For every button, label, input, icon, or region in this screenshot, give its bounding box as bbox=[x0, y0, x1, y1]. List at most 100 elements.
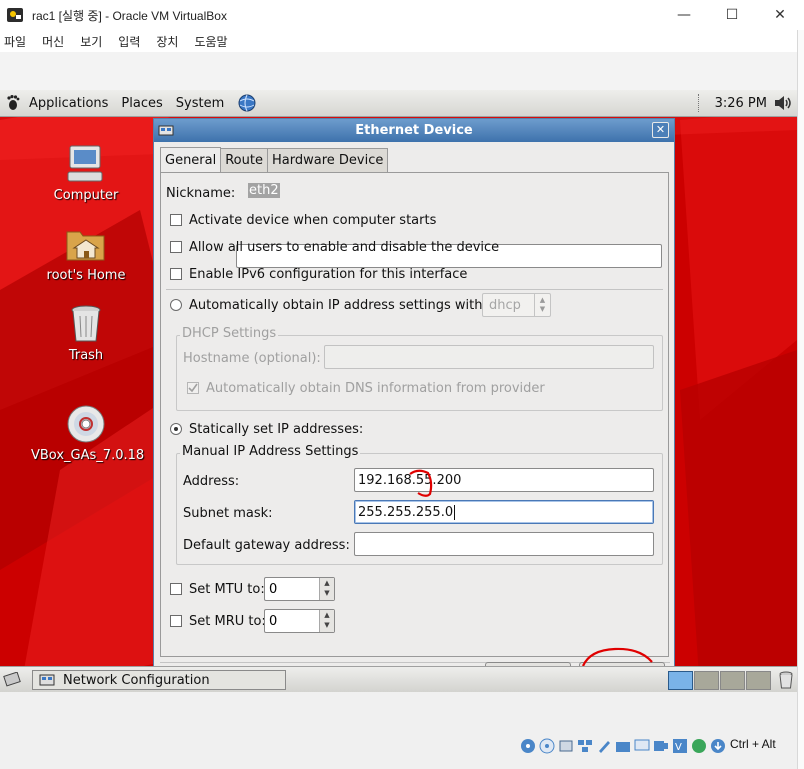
menu-input[interactable]: 입력 bbox=[118, 33, 140, 50]
ethernet-device-dialog[interactable]: Ethernet Device ✕ General Route Hardware… bbox=[153, 118, 675, 670]
menu-system[interactable]: System bbox=[176, 96, 224, 111]
maximize-button[interactable]: ☐ bbox=[708, 0, 756, 30]
minimize-button[interactable]: — bbox=[660, 0, 708, 30]
tab-route[interactable]: Route bbox=[220, 148, 268, 172]
desktop-icon-label: Trash bbox=[68, 348, 104, 363]
auto-dns-label: Automatically obtain DNS information fro… bbox=[206, 380, 545, 396]
desktop-icon-computer[interactable]: Computer bbox=[31, 144, 141, 203]
subnet-input[interactable]: 255.255.255.0 bbox=[354, 500, 654, 524]
combo-arrows-icon: ▲ ▼ bbox=[534, 294, 550, 316]
volume-icon[interactable] bbox=[773, 94, 793, 112]
activate-on-start-label: Activate device when computer starts bbox=[189, 212, 437, 228]
nickname-value: eth2 bbox=[248, 182, 280, 198]
mru-spinner[interactable]: 0 ▲ ▼ bbox=[264, 609, 335, 633]
workspace-3[interactable] bbox=[720, 671, 745, 690]
panel-clock[interactable]: 3:26 PM bbox=[715, 96, 767, 111]
allow-all-users-label: Allow all users to enable and disable th… bbox=[189, 239, 500, 255]
desktop-icon-vbox-gas[interactable]: VBox_GAs_7.0.18 bbox=[31, 404, 144, 463]
address-label: Address: bbox=[183, 473, 240, 489]
menu-machine[interactable]: 머신 bbox=[42, 33, 64, 50]
guest-screen[interactable]: Applications Places System 3:26 PM Compu… bbox=[0, 90, 797, 692]
shared-folders-icon[interactable] bbox=[615, 738, 631, 754]
video-capture-icon[interactable] bbox=[653, 738, 669, 754]
workspace-2[interactable] bbox=[694, 671, 719, 690]
dhcp-method-combo[interactable]: dhcp ▲ ▼ bbox=[482, 293, 551, 317]
static-radio[interactable] bbox=[170, 423, 182, 435]
tab-hardware-device[interactable]: Hardware Device bbox=[266, 148, 389, 172]
activate-on-start-row[interactable]: Activate device when computer starts bbox=[170, 211, 436, 229]
trash-applet-icon[interactable] bbox=[778, 671, 794, 689]
separator bbox=[166, 289, 663, 290]
hard-disk-icon[interactable] bbox=[520, 738, 536, 754]
show-desktop-icon[interactable] bbox=[3, 672, 21, 688]
usb-icon[interactable] bbox=[596, 738, 612, 754]
spinner-arrows-icon[interactable]: ▲ ▼ bbox=[319, 578, 334, 600]
gnome-foot-icon bbox=[7, 95, 20, 110]
mru-checkbox[interactable] bbox=[170, 615, 182, 627]
gateway-label: Default gateway address: bbox=[183, 537, 350, 553]
keyboard-capture-icon[interactable] bbox=[710, 738, 726, 754]
mru-row[interactable]: Set MRU to: bbox=[170, 609, 266, 633]
menu-applications[interactable]: Applications bbox=[29, 96, 108, 111]
hostname-input[interactable] bbox=[324, 345, 654, 369]
address-value: 192.168.55.200 bbox=[358, 472, 462, 488]
nickname-value-row: eth2 bbox=[248, 181, 280, 199]
desktop-icon-trash[interactable]: Trash bbox=[31, 304, 141, 363]
nickname-label: Nickname: bbox=[166, 185, 236, 201]
cd-icon bbox=[67, 405, 105, 443]
enable-ipv6-checkbox[interactable] bbox=[170, 268, 182, 280]
address-input[interactable]: 192.168.55.200 bbox=[354, 468, 654, 492]
panel-separator bbox=[698, 94, 700, 112]
mtu-spinner[interactable]: 0 ▲ ▼ bbox=[264, 577, 335, 601]
hostname-row: Hostname (optional): bbox=[183, 347, 321, 369]
mtu-checkbox[interactable] bbox=[170, 583, 182, 595]
audio-icon[interactable] bbox=[558, 738, 574, 754]
tab-general[interactable]: General bbox=[160, 147, 222, 173]
dialog-close-button[interactable]: ✕ bbox=[652, 122, 669, 138]
auto-obtain-label: Automatically obtain IP address settings… bbox=[189, 297, 487, 313]
mtu-row[interactable]: Set MTU to: bbox=[170, 577, 265, 601]
network-globe-icon[interactable] bbox=[237, 93, 257, 113]
auto-dns-checkbox[interactable] bbox=[187, 382, 199, 394]
mtu-value: 0 bbox=[269, 581, 278, 597]
hostname-label: Hostname (optional): bbox=[183, 350, 321, 366]
host-titlebar: rac1 [실행 중] - Oracle VM VirtualBox — ☐ ✕ bbox=[0, 0, 804, 30]
vt-x-icon[interactable]: V bbox=[672, 738, 688, 754]
optical-drive-icon[interactable] bbox=[539, 738, 555, 754]
menu-places[interactable]: Places bbox=[121, 96, 162, 111]
auto-obtain-radio[interactable] bbox=[170, 299, 182, 311]
desktop-icon-home[interactable]: root's Home bbox=[31, 224, 141, 283]
workspace-4[interactable] bbox=[746, 671, 771, 690]
menu-help[interactable]: 도움말 bbox=[194, 33, 227, 50]
display-icon[interactable] bbox=[634, 738, 650, 754]
subnet-value: 255.255.255.0 bbox=[358, 504, 454, 520]
static-row[interactable]: Statically set IP addresses: bbox=[170, 418, 363, 440]
close-button[interactable]: ✕ bbox=[756, 0, 804, 30]
desktop-icon-label: Computer bbox=[53, 188, 119, 203]
spinner-arrows-icon[interactable]: ▲ ▼ bbox=[319, 610, 334, 632]
enable-ipv6-row[interactable]: Enable IPv6 configuration for this inter… bbox=[170, 265, 467, 283]
task-label: Network Configuration bbox=[63, 672, 210, 688]
taskbar-network-configuration[interactable]: Network Configuration bbox=[32, 670, 286, 690]
auto-obtain-row[interactable]: Automatically obtain IP address settings… bbox=[170, 294, 487, 316]
allow-all-users-checkbox[interactable] bbox=[170, 241, 182, 253]
mouse-integration-icon[interactable] bbox=[691, 738, 707, 754]
subnet-row: Subnet mask: bbox=[183, 502, 273, 524]
network-device-icon bbox=[158, 125, 174, 136]
network-adapter-icon[interactable] bbox=[577, 738, 593, 754]
dialog-titlebar[interactable]: Ethernet Device ✕ bbox=[154, 119, 674, 142]
text-cursor bbox=[454, 504, 456, 520]
auto-dns-row[interactable]: Automatically obtain DNS information fro… bbox=[187, 379, 545, 397]
menu-view[interactable]: 보기 bbox=[80, 33, 102, 50]
host-window-border bbox=[797, 30, 804, 769]
workspace-1[interactable] bbox=[668, 671, 693, 690]
mtu-label: Set MTU to: bbox=[189, 581, 265, 597]
host-window-title: rac1 [실행 중] - Oracle VM VirtualBox bbox=[32, 8, 227, 23]
gateway-input[interactable] bbox=[354, 532, 654, 556]
host-gap bbox=[0, 52, 797, 90]
general-tab-panel: Nickname: Activate device when computer … bbox=[160, 172, 669, 657]
allow-all-users-row[interactable]: Allow all users to enable and disable th… bbox=[170, 238, 499, 256]
menu-file[interactable]: 파일 bbox=[4, 33, 26, 50]
activate-on-start-checkbox[interactable] bbox=[170, 214, 182, 226]
menu-devices[interactable]: 장치 bbox=[156, 33, 178, 50]
